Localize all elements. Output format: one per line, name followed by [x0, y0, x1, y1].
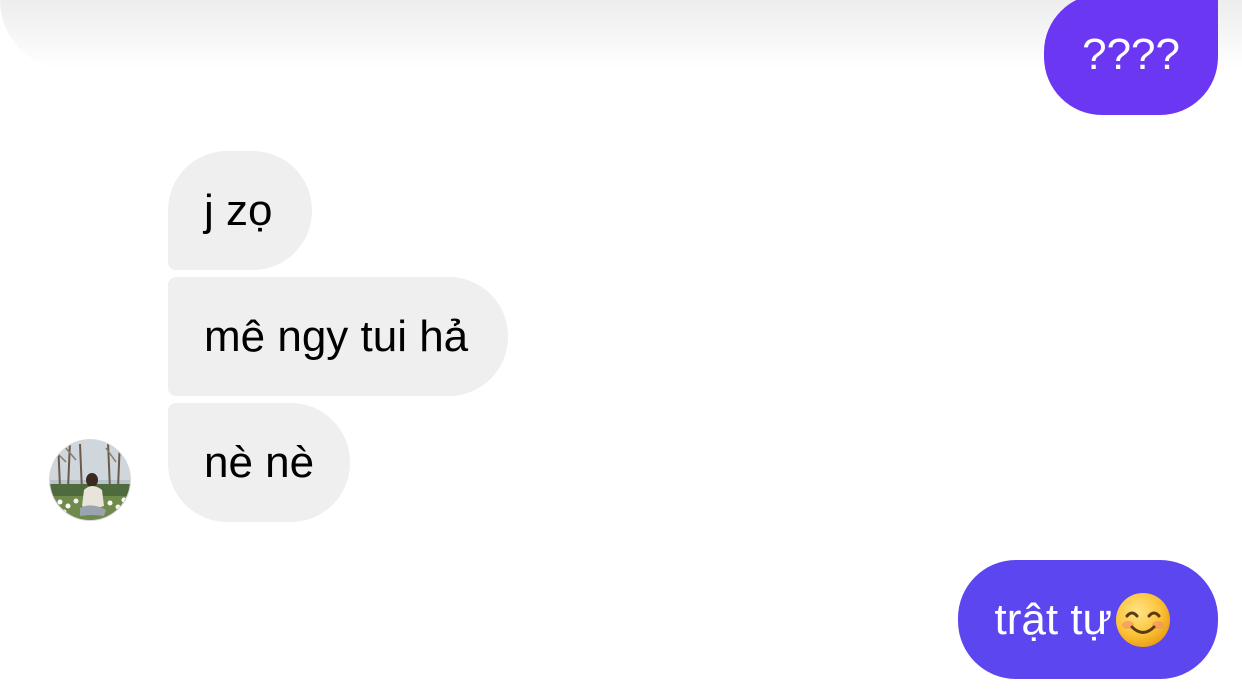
outgoing-message-bubble[interactable]: trật tự — [957, 560, 1218, 679]
outgoing-message-bubble[interactable]: ???? — [1044, 0, 1218, 115]
incoming-message-bubble[interactable]: mê ngy tui hả — [168, 277, 509, 396]
message-thread[interactable]: ???? j zọ mê ngy tui hả nè nè trật tự — [0, 0, 1242, 690]
incoming-message-text: j zọ — [204, 185, 273, 235]
incoming-message-bubble[interactable]: j zọ — [168, 151, 313, 270]
incoming-message-bubble[interactable]: nè nè — [168, 403, 351, 522]
outgoing-message-text: trật tự — [994, 594, 1112, 644]
avatar-photo — [50, 440, 130, 520]
incoming-message-text: nè nè — [204, 437, 315, 487]
outgoing-message-text: ???? — [1082, 29, 1180, 79]
incoming-message-text: mê ngy tui hả — [204, 311, 469, 361]
contact-avatar[interactable] — [49, 439, 131, 521]
smiling-face-emoji-icon — [1114, 591, 1172, 649]
